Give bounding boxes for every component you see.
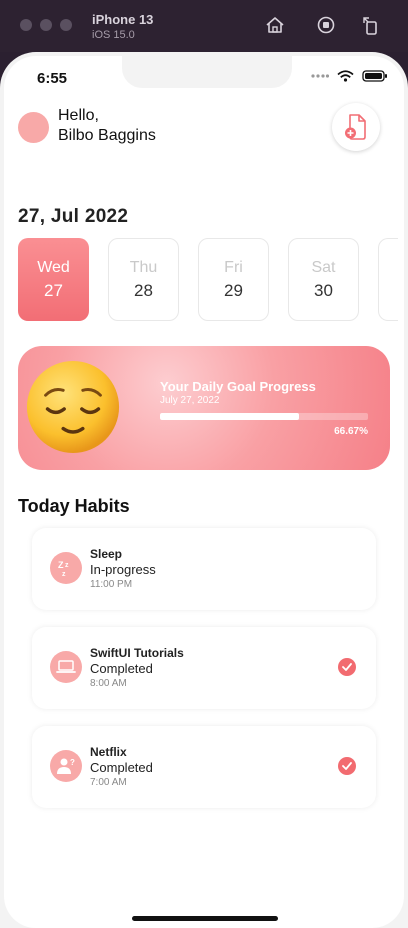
- status-time: 6:55: [37, 70, 68, 87]
- svg-text:?: ?: [70, 758, 75, 767]
- goal-progress-fill: [160, 413, 299, 420]
- avatar[interactable]: [18, 112, 49, 143]
- day-card-next[interactable]: [378, 238, 398, 321]
- habit-name: SwiftUI Tutorials: [90, 646, 184, 660]
- week-day-selector: Wed 27 Thu 28 Fri 29 Sat 30: [18, 238, 398, 321]
- day-card-wed[interactable]: Wed 27: [18, 238, 89, 321]
- status-indicators: [311, 70, 388, 82]
- habit-name: Sleep: [90, 547, 123, 561]
- goal-progress-bar: [160, 413, 368, 420]
- add-habit-button[interactable]: [332, 103, 380, 151]
- habit-time: 11:00 PM: [90, 579, 133, 590]
- simulator-device-name: iPhone 13: [92, 12, 154, 27]
- goal-title: Your Daily Goal Progress: [160, 379, 316, 394]
- greeting: Hello, Bilbo Baggins: [58, 106, 156, 146]
- svg-text:Z: Z: [58, 560, 64, 570]
- goal-percent: 66.67%: [334, 426, 368, 437]
- sleep-zzz-icon: Z z z: [50, 552, 82, 584]
- day-number: 27: [44, 280, 63, 300]
- habit-time: 8:00 AM: [90, 678, 127, 689]
- habit-time: 7:00 AM: [90, 777, 127, 788]
- svg-text:z: z: [65, 562, 69, 569]
- person-question-icon: ?: [50, 750, 82, 782]
- device-frame: 6:55 Hello, Bilbo Baggins 27, Jul 2022 W…: [0, 52, 408, 928]
- day-number: 28: [134, 280, 153, 300]
- day-name: Thu: [129, 258, 158, 276]
- day-name: Wed: [37, 258, 70, 276]
- battery-icon: [362, 70, 387, 82]
- day-card-thu[interactable]: Thu 28: [108, 238, 179, 321]
- simulator-title-bar: iPhone 13 iOS 15.0: [0, 0, 408, 52]
- habit-status: Completed: [90, 661, 153, 676]
- add-document-icon: [345, 114, 366, 140]
- date-title: 27, Jul 2022: [18, 206, 129, 227]
- habit-card-sleep[interactable]: Z z z Sleep In-progress 11:00 PM: [32, 528, 376, 610]
- habits-section-title: Today Habits: [18, 496, 130, 516]
- day-name: Sat: [311, 258, 336, 276]
- app-screen: 6:55 Hello, Bilbo Baggins 27, Jul 2022 W…: [4, 56, 404, 928]
- habit-status: In-progress: [90, 562, 156, 577]
- user-name: Bilbo Baggins: [58, 127, 156, 144]
- day-card-fri[interactable]: Fri 29: [198, 238, 269, 321]
- habit-name: Netflix: [90, 745, 127, 759]
- wifi-icon: [337, 70, 354, 82]
- home-indicator[interactable]: [132, 916, 278, 921]
- habit-card-netflix[interactable]: ? Netflix Completed 7:00 AM: [32, 726, 376, 808]
- home-icon[interactable]: [264, 14, 286, 36]
- device-notch: [122, 56, 292, 88]
- window-close-button[interactable]: [20, 19, 32, 31]
- day-number: 29: [224, 280, 243, 300]
- day-number: 30: [314, 280, 333, 300]
- relieved-face-emoji-icon: [26, 360, 120, 454]
- greeting-hello: Hello,: [58, 107, 99, 124]
- laptop-icon: [50, 651, 82, 683]
- window-minimize-button[interactable]: [40, 19, 52, 31]
- window-zoom-button[interactable]: [60, 19, 72, 31]
- daily-goal-card: Your Daily Goal Progress July 27, 2022 6…: [18, 346, 390, 470]
- cellular-signal-icon: [311, 74, 329, 78]
- day-name: Fri: [224, 258, 243, 276]
- goal-date: July 27, 2022: [160, 395, 220, 406]
- day-card-sat[interactable]: Sat 30: [288, 238, 359, 321]
- svg-text:z: z: [62, 571, 66, 578]
- rotate-icon[interactable]: [360, 14, 382, 36]
- habit-card-swiftui-tutorials[interactable]: SwiftUI Tutorials Completed 8:00 AM: [32, 627, 376, 709]
- screenshot-icon[interactable]: [315, 14, 337, 36]
- simulator-os-version: iOS 15.0: [92, 29, 135, 41]
- checkmark-icon[interactable]: [338, 757, 356, 775]
- habit-status: Completed: [90, 760, 153, 775]
- checkmark-icon[interactable]: [338, 658, 356, 676]
